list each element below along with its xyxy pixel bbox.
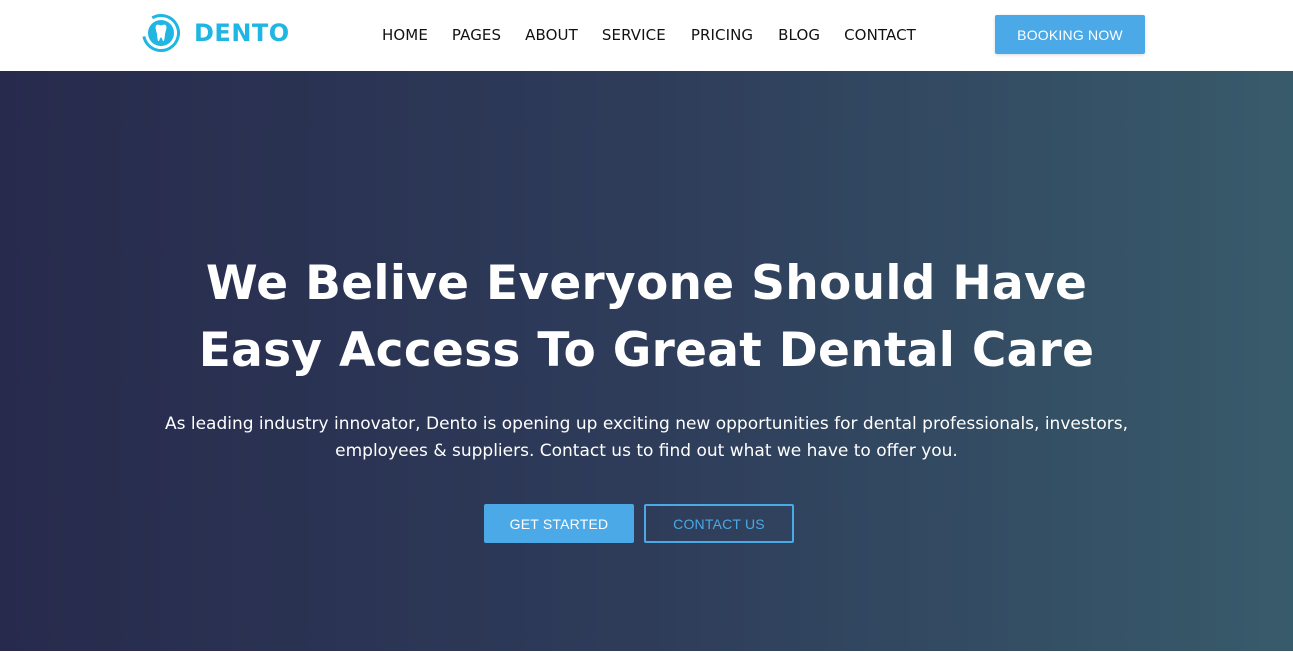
- hero-description-line-1: As leading industry innovator, Dento is …: [164, 414, 1129, 434]
- site-header: DENTO HOME PAGES ABOUT SERVICE PRICING B…: [0, 0, 1293, 71]
- hero-description: As leading industry innovator, Dento is …: [150, 411, 1143, 465]
- hero-description-line-2: employees & suppliers. Contact us to fin…: [335, 441, 958, 461]
- logo[interactable]: DENTO: [141, 13, 290, 53]
- nav-item-pages[interactable]: PAGES: [452, 24, 501, 46]
- nav-item-contact[interactable]: CONTACT: [844, 24, 916, 46]
- nav-item-home[interactable]: HOME: [382, 24, 428, 46]
- hero-title-line-2: Easy Access To Great Dental Care: [198, 323, 1095, 378]
- nav-item-service[interactable]: SERVICE: [602, 24, 666, 46]
- main-nav: HOME PAGES ABOUT SERVICE PRICING BLOG CO…: [382, 24, 916, 46]
- hero-title-line-1: We Belive Everyone Should Have: [205, 256, 1088, 311]
- hero-title: We Belive Everyone Should Have Easy Acce…: [0, 250, 1293, 384]
- contact-us-button[interactable]: CONTACT US: [644, 504, 794, 543]
- nav-item-about[interactable]: ABOUT: [525, 24, 578, 46]
- hero-section: We Belive Everyone Should Have Easy Acce…: [0, 71, 1293, 651]
- nav-item-pricing[interactable]: PRICING: [691, 24, 753, 46]
- nav-item-blog[interactable]: BLOG: [778, 24, 820, 46]
- tooth-icon: [142, 14, 180, 52]
- get-started-button[interactable]: GET STARTED: [484, 504, 634, 543]
- logo-text: DENTO: [194, 19, 290, 47]
- booking-now-button[interactable]: BOOKING NOW: [995, 15, 1145, 54]
